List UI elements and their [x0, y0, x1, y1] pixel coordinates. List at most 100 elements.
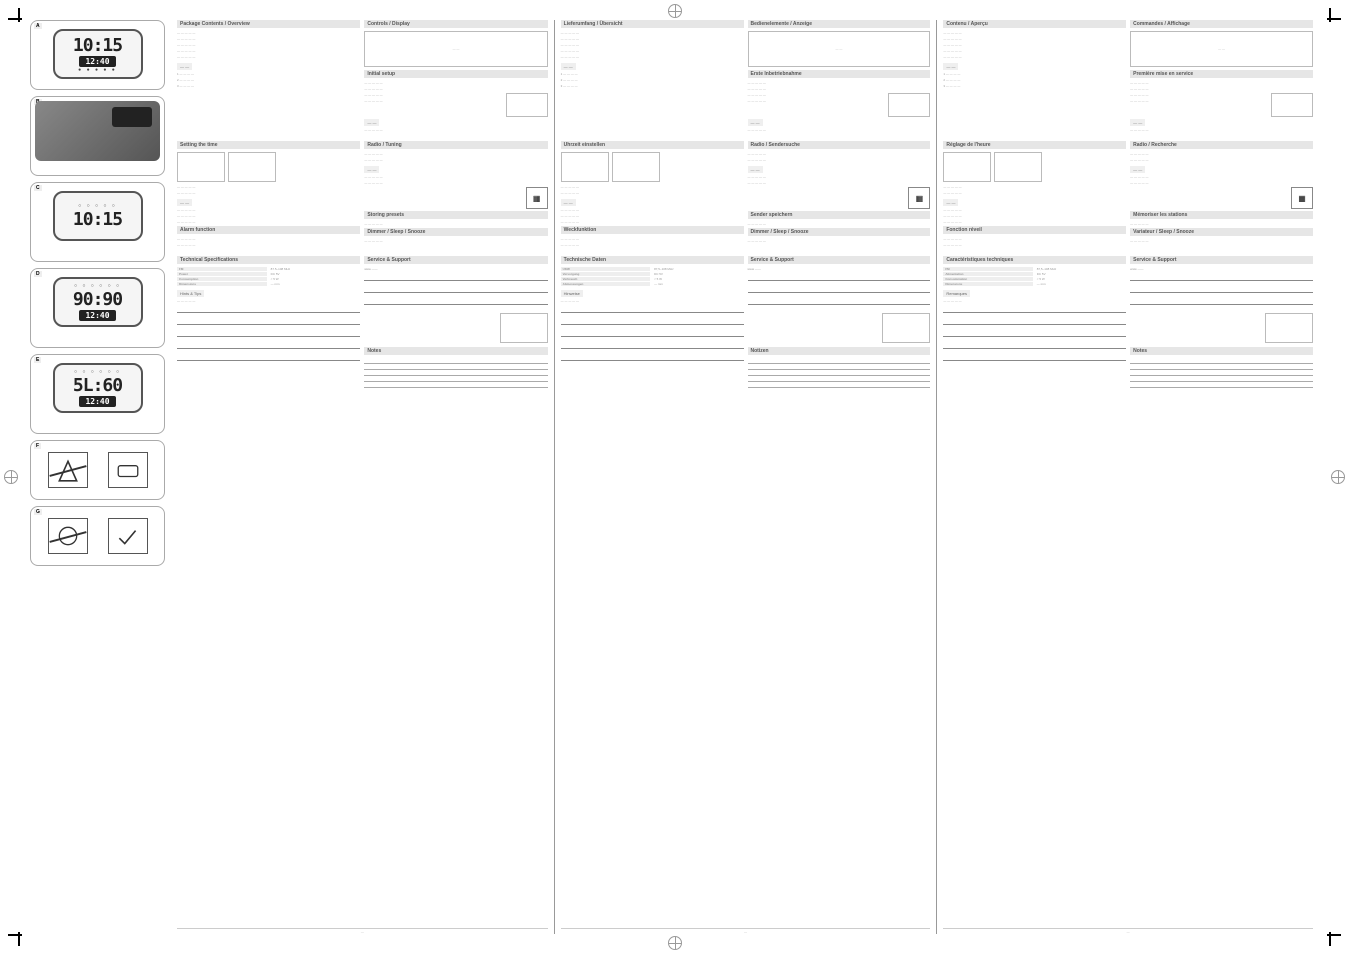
lcd-sub: 12:40 [79, 56, 115, 67]
support-url: www —— [1130, 267, 1313, 271]
lcd-icons: ● ● ● ● ● [78, 67, 117, 73]
write-in-lines [364, 273, 547, 309]
spec-head: UKW [561, 267, 650, 271]
write-in-lines [177, 305, 360, 361]
body-text: — — — — —— — — — —— — — — —— — — — —— — … [943, 31, 1126, 59]
section-title: Lieferumfang / Übersicht [561, 20, 744, 28]
body-text: — — — — —— — — — — [748, 152, 931, 162]
section-title: Package Contents / Overview [177, 20, 360, 28]
app-qr-icon: ▦ [526, 187, 548, 209]
spec-val: < 5 W [271, 277, 361, 281]
print-spread: A 10:15 12:40 ● ● ● ● ● B C ○ ○ ○ ○ ○ 10… [0, 0, 1349, 954]
body-text: — — — — —— — — — —— — — — —— — — — —— — … [561, 31, 744, 59]
body-text: — — — — — [748, 128, 931, 132]
section-title: Uhrzeit einstellen [561, 141, 744, 149]
registration-left [4, 470, 18, 484]
write-in-lines [1130, 273, 1313, 309]
lcd-display-e: ○ ○ ○ ○ ○ ○ 5L:60 12:40 [53, 363, 143, 413]
body-text: — — — — —— — — — — [943, 237, 1126, 247]
section-title: Alarm function [177, 226, 360, 234]
figure-label: G [34, 509, 42, 515]
spec-val: — mm [654, 282, 743, 286]
section-title: Variateur / Sleep / Snooze [1130, 228, 1313, 236]
lcd-sub: 12:40 [79, 310, 115, 321]
write-in-lines [943, 305, 1126, 361]
body-text: — — — — —— — — — — [177, 185, 360, 195]
body-text: — — — — —— — — — — [561, 237, 744, 247]
sub-title: Hints & Tips [177, 290, 204, 297]
body-text: — — — — —— — — — — [1130, 81, 1313, 91]
crop-mark-br [1321, 926, 1341, 946]
notes-lines [1130, 358, 1313, 921]
do-icon [108, 518, 148, 554]
body-text: — — — — —— — — — — [1130, 93, 1268, 105]
inset-illustration [888, 93, 930, 117]
sub-title: — — [561, 63, 576, 70]
figure-label: C [34, 185, 42, 191]
spec-val: DC 5V [271, 272, 361, 276]
registration-top [668, 4, 682, 18]
body-text: — — — — —— — — — — [1130, 152, 1313, 162]
lcd-sub: 12:40 [79, 396, 115, 407]
lcd-time: 10:15 [73, 209, 122, 230]
lang-panel-2: Lieferumfang / Übersicht — — — — —— — — … [554, 20, 937, 934]
step-illustration [177, 152, 225, 182]
section-title: Initial setup [364, 70, 547, 78]
figure-label: D [34, 271, 42, 277]
body-text: — — — — — [364, 239, 547, 243]
section-title: Storing presets [364, 211, 547, 219]
lang-panel-1: Package Contents / Overview — — — — —— —… [171, 20, 554, 934]
body-text: — — — — —— — — — —— — — — — [561, 208, 744, 224]
section-title: Erste Inbetriebnahme [748, 70, 931, 78]
lcd-display-d: ○ ○ ○ ○ ○ ○ 90:90 12:40 [53, 277, 143, 327]
section-title: Controls / Display [364, 20, 547, 28]
section-title: Sender speichern [748, 211, 931, 219]
sub-title: — — [748, 166, 763, 173]
sub-title: Hinweise [561, 290, 583, 297]
spec-val: 87,5–108 MHz [1037, 267, 1126, 271]
figure-column: A 10:15 12:40 ● ● ● ● ● B C ○ ○ ○ ○ ○ 10… [30, 20, 165, 954]
section-title: Caractéristiques techniques [943, 256, 1126, 264]
step-illustration [612, 152, 660, 182]
body-text: — — — — —— — — — — [943, 185, 1126, 195]
page-footer: — [943, 928, 1313, 934]
body-text: — — — — —— — — — — [748, 175, 931, 185]
section-title: Contenu / Aperçu [943, 20, 1126, 28]
spec-val: 87,5–108 MHz [654, 267, 743, 271]
spec-head: Versorgung [561, 272, 650, 276]
section-title: Bedienelemente / Anzeige [748, 20, 931, 28]
spec-val: < 5 W [1037, 277, 1126, 281]
body-text: — — — — — [1130, 128, 1313, 132]
section-title: Notes [1130, 347, 1313, 355]
spec-head: Alimentation [943, 272, 1032, 276]
body-text: — — — — —— — — — —— — — — — [177, 208, 360, 224]
body-text: — — — — —— — — — —— — — — —— — — — —— — … [177, 31, 360, 59]
inset-illustration [1271, 93, 1313, 117]
spec-head: Verbrauch [561, 277, 650, 281]
sub-title: — — [177, 199, 192, 206]
lang-panel-3: Contenu / Aperçu — — — — —— — — — —— — —… [936, 20, 1319, 934]
section-title: Service & Support [364, 256, 547, 264]
lcd-display-c: ○ ○ ○ ○ ○ 10:15 [53, 191, 143, 241]
sub-title: — — [1130, 166, 1145, 173]
front-diagram: — — [1130, 31, 1313, 67]
blank-box [882, 313, 930, 343]
section-title: Radio / Recherche [1130, 141, 1313, 149]
sub-title: — — [177, 63, 192, 70]
sub-title: Remarques [943, 290, 970, 297]
spec-val: DC 5V [1037, 272, 1126, 276]
blank-box [1265, 313, 1313, 343]
page-footer: — [177, 928, 548, 934]
spec-head: Dimensions [177, 282, 267, 286]
sub-title: — — [364, 166, 379, 173]
section-title: Weckfunktion [561, 226, 744, 234]
section-title: Setting the time [177, 141, 360, 149]
step-illustration [561, 152, 609, 182]
inset-illustration [506, 93, 548, 117]
spec-table: UKW87,5–108 MHz VersorgungDC 5V Verbrauc… [561, 267, 744, 286]
app-qr-icon: ▦ [1291, 187, 1313, 209]
body-text: — — — — —— — — — — [364, 175, 547, 185]
spec-head: Dimensions [943, 282, 1032, 286]
notes-lines [748, 358, 931, 921]
figure-g: G [30, 506, 165, 566]
